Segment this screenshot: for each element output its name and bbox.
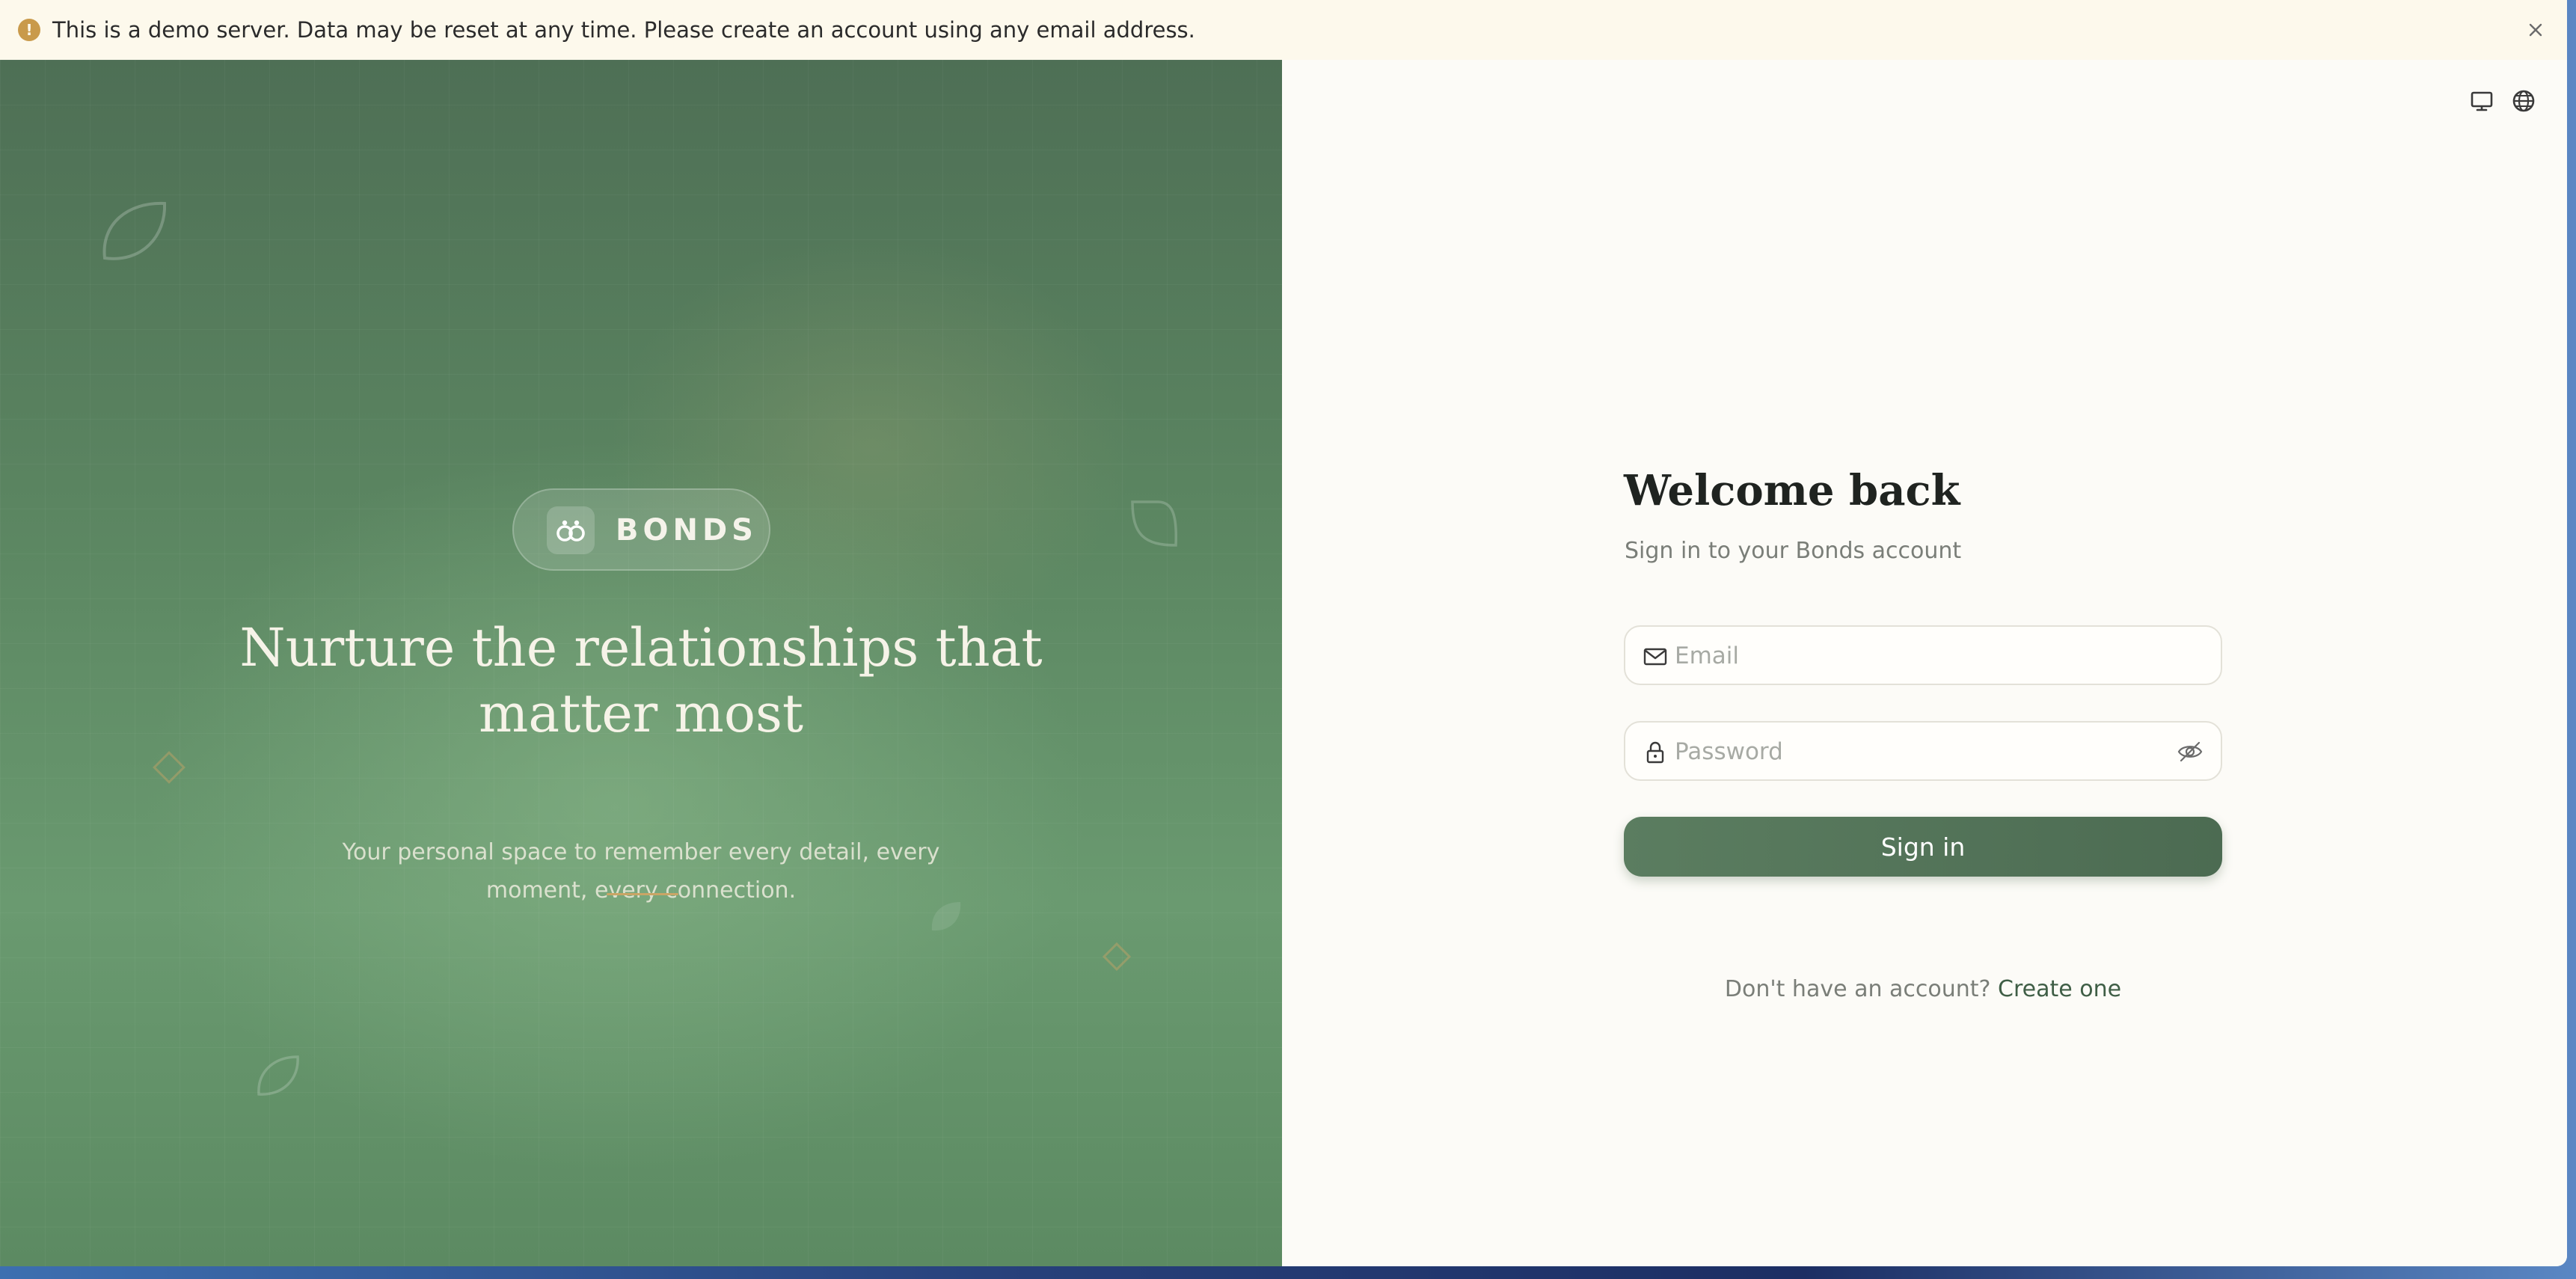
email-field[interactable] — [1624, 625, 2222, 685]
signup-prompt: Don't have an account? — [1724, 976, 1991, 1002]
brand-badge: BONDS — [512, 488, 770, 571]
sign-in-button[interactable]: Sign in — [1624, 817, 2222, 877]
window-edge — [2561, 60, 2567, 1266]
email-input[interactable] — [1673, 627, 2125, 685]
eye-off-icon[interactable] — [2176, 737, 2204, 766]
monitor-icon[interactable] — [2467, 86, 2497, 116]
diamond-decoration-icon — [153, 751, 185, 784]
demo-banner: ! This is a demo server. Data may be res… — [0, 0, 2567, 61]
leaf-decoration-icon — [102, 201, 167, 260]
page-subtitle: Sign in to your Bonds account — [1625, 538, 1962, 564]
lock-icon — [1642, 739, 1669, 766]
hero-title: Nurture the relationships that matter mo… — [239, 617, 1043, 744]
hero-subtitle: Your personal space to remember every de… — [342, 839, 940, 904]
signup-link[interactable]: Create one — [1998, 976, 2121, 1002]
page-title: Welcome back — [1624, 466, 1960, 515]
leaf-decoration-icon — [257, 1055, 299, 1096]
exclamation-icon: ! — [18, 19, 40, 41]
hero-panel: BONDS Nurture the relationships that mat… — [0, 60, 1282, 1266]
password-field[interactable] — [1624, 721, 2222, 781]
globe-icon[interactable] — [2509, 86, 2539, 116]
banner-message: This is a demo server. Data may be reset… — [52, 17, 1195, 43]
brand-name: BONDS — [616, 513, 758, 548]
leaf-decoration-icon — [1131, 500, 1178, 547]
mail-icon — [1642, 643, 1669, 670]
diamond-decoration-icon — [1102, 942, 1132, 972]
infinity-link-icon — [547, 506, 595, 554]
app-window: ! This is a demo server. Data may be res… — [0, 0, 2567, 1266]
signup-prompt-row: Don't have an account? Create one — [1624, 974, 2222, 1005]
sign-in-panel: Welcome back Sign in to your Bonds accou… — [1282, 60, 2567, 1266]
hero-divider — [607, 893, 678, 895]
password-input[interactable] — [1673, 723, 2125, 781]
close-icon[interactable] — [2522, 16, 2549, 43]
